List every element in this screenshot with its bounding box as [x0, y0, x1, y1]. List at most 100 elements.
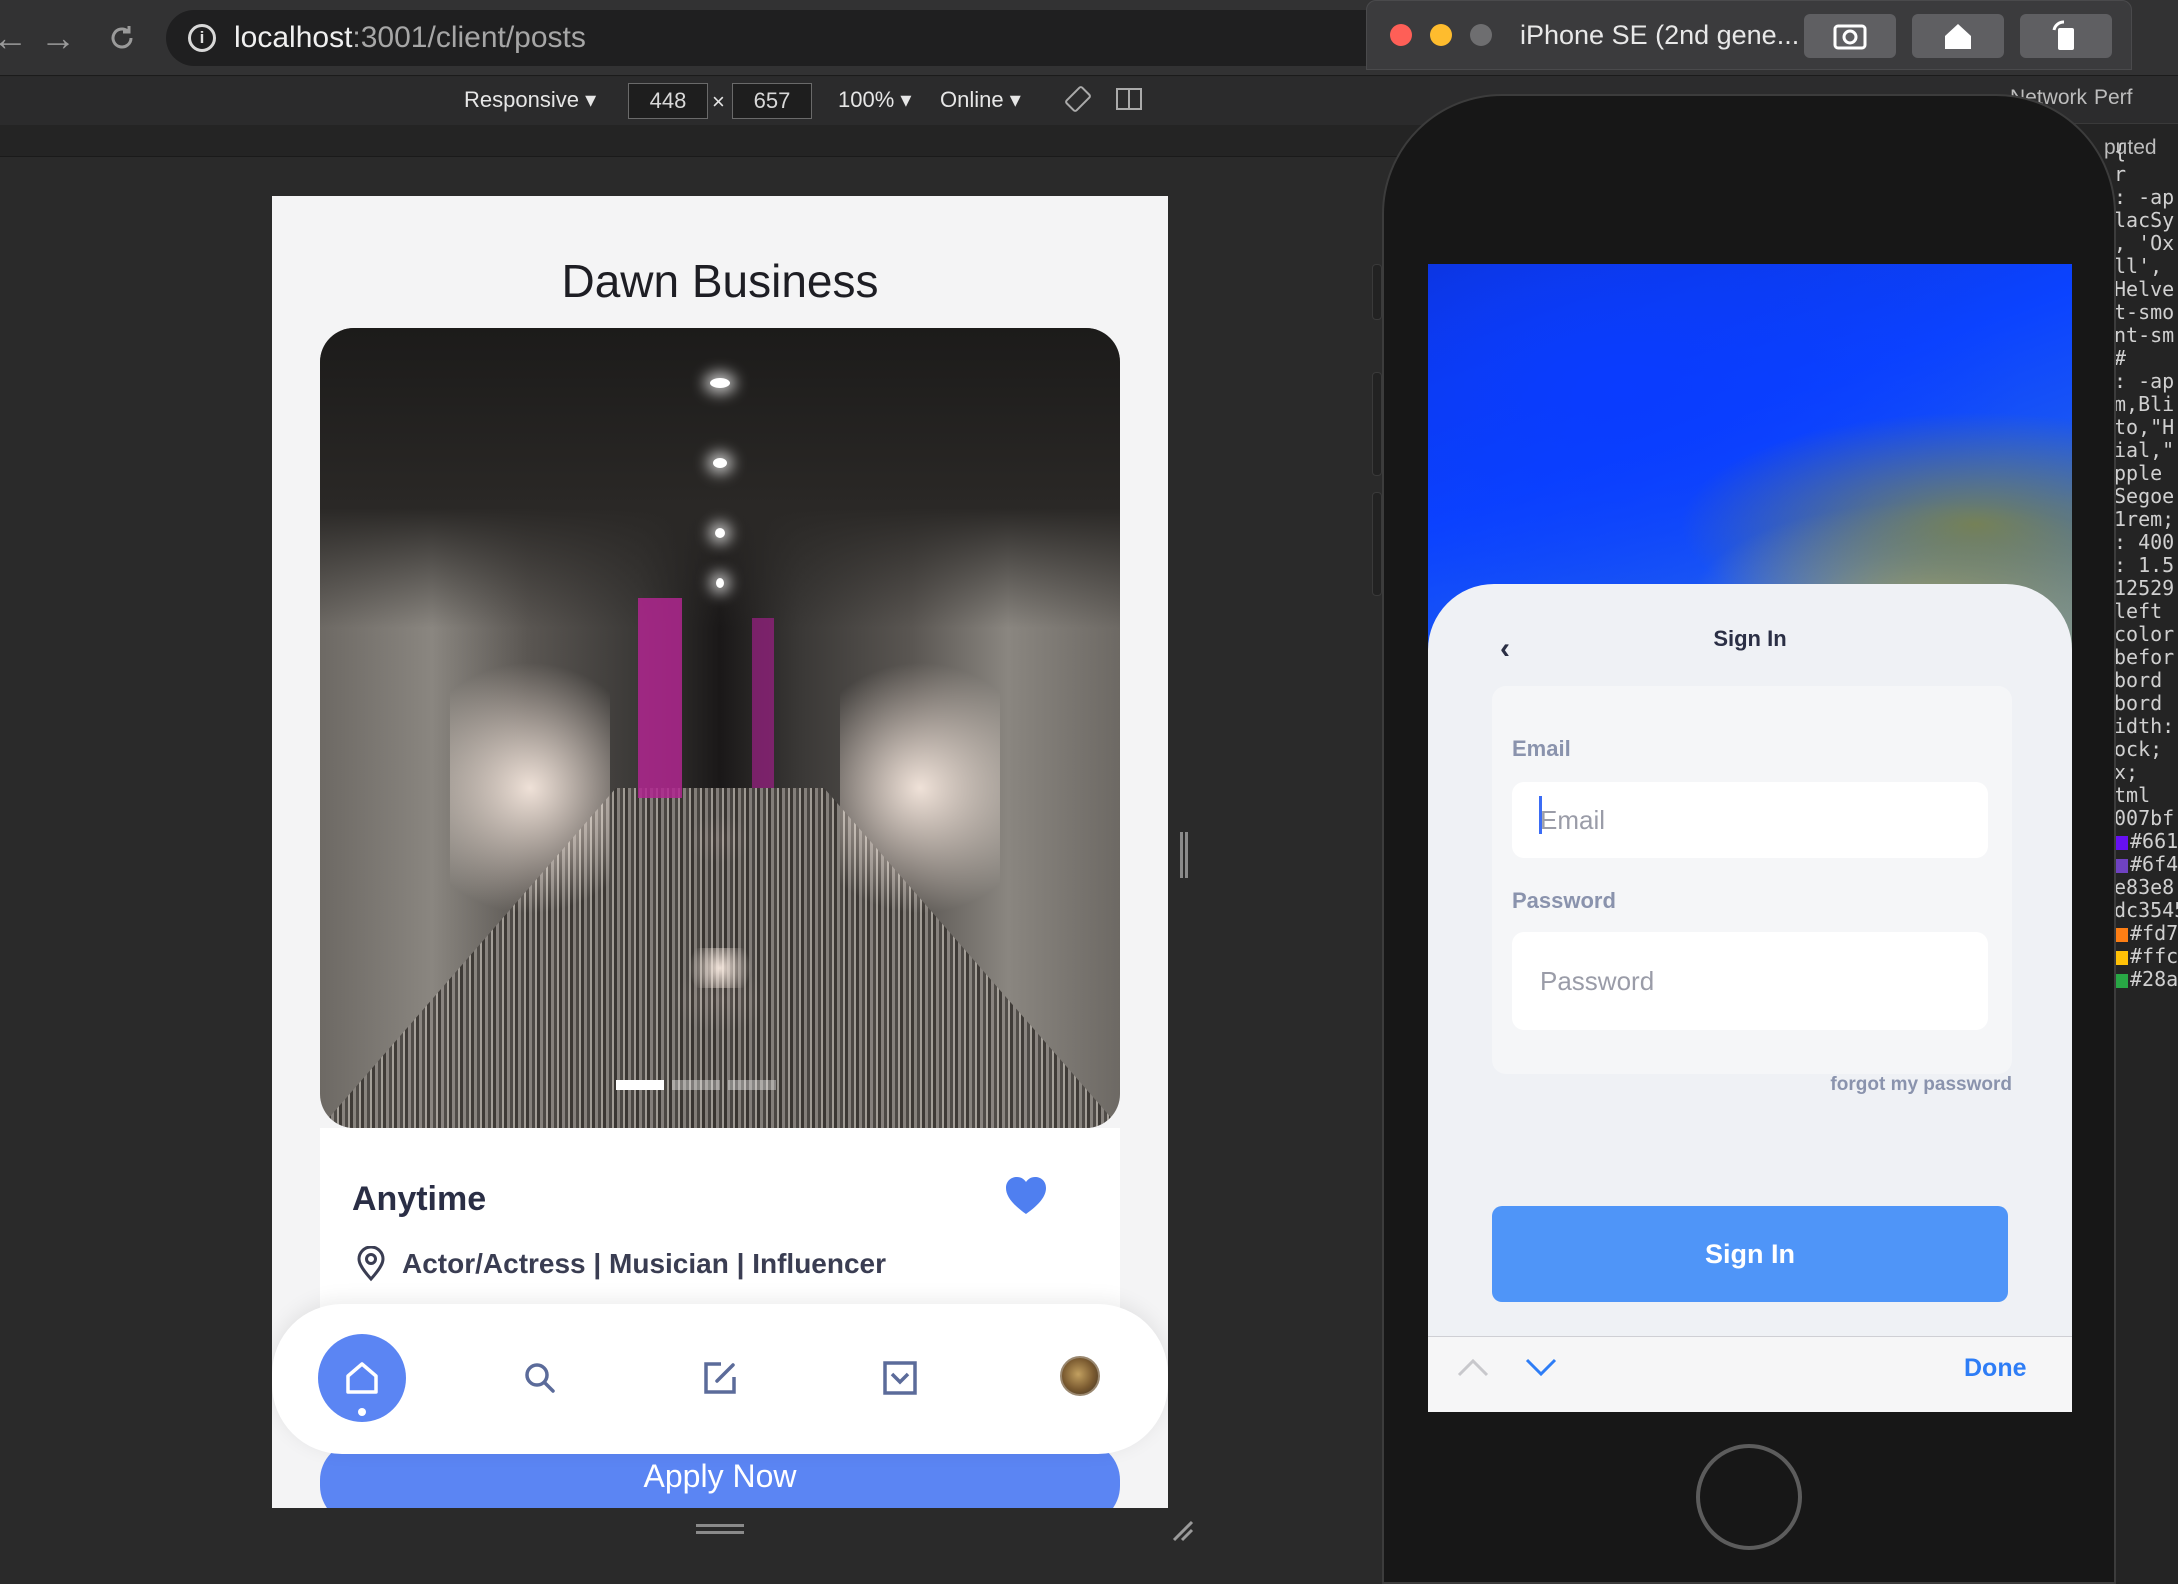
screenshot-button[interactable] [1804, 14, 1896, 58]
code-line: ll', [2114, 254, 2163, 278]
code-line: { [2114, 140, 2127, 163]
image-glow [680, 948, 760, 988]
zoom-select[interactable]: 100% ▾ [838, 87, 911, 113]
close-window-button[interactable] [1390, 24, 1412, 46]
nav-home[interactable] [318, 1334, 406, 1422]
volume-down-button [1372, 492, 1382, 596]
rotate-button[interactable] [2020, 14, 2112, 58]
color-swatch[interactable] [2114, 927, 2128, 942]
forgot-password-link[interactable]: forgot my password [1728, 1074, 2012, 1096]
code-line: : 400 [2114, 530, 2175, 554]
dual-screen-icon[interactable] [1114, 85, 1144, 119]
height-resize-handle[interactable] [696, 1524, 744, 1534]
emulated-viewport: Dawn Business Anytime Actor/Actress | Mu… [272, 196, 1168, 1508]
code-line: t-smo [2114, 300, 2175, 324]
network-select[interactable]: Online ▾ [940, 87, 1021, 113]
code-line: : -ap [2114, 369, 2175, 393]
rotate-icon[interactable] [1064, 85, 1092, 119]
code-line: nt-sm [2114, 323, 2175, 347]
code-line: to,"H [2114, 415, 2175, 439]
post-image[interactable] [320, 328, 1120, 1128]
nav-edit[interactable] [676, 1334, 764, 1422]
code-line: bord [2114, 668, 2163, 692]
password-field[interactable] [1512, 932, 1988, 1030]
nav-search[interactable] [496, 1334, 584, 1422]
carousel-dot[interactable] [672, 1080, 720, 1090]
code-line: m,Bli [2114, 392, 2175, 416]
image-accent [752, 618, 774, 788]
code-line: dc3545 [2114, 898, 2178, 922]
post-card-body [320, 1128, 1120, 1328]
image-glow [840, 628, 1000, 948]
email-field[interactable] [1512, 782, 1988, 858]
code-line: ock; [2114, 737, 2163, 761]
carousel-dot[interactable] [728, 1080, 776, 1090]
info-icon[interactable]: i [188, 24, 216, 52]
code-line: #ffc [2114, 945, 2178, 968]
code-line: Helve [2114, 277, 2175, 301]
code-line: r [2114, 162, 2127, 186]
mute-switch [1372, 264, 1382, 320]
code-line: #fd7 [2114, 922, 2178, 945]
color-swatch[interactable] [2114, 858, 2128, 873]
color-swatch[interactable] [2114, 835, 2128, 850]
heart-icon[interactable] [1002, 1172, 1050, 1220]
device-select[interactable]: Responsive ▾ [464, 87, 596, 113]
code-line: left [2114, 599, 2163, 623]
nav-profile[interactable] [1036, 1332, 1124, 1420]
code-line: 1rem; [2114, 507, 2175, 531]
color-swatch[interactable] [2114, 973, 2128, 988]
color-swatch[interactable] [2114, 950, 2128, 965]
code-line: e83e8 [2114, 875, 2175, 899]
code-line: idth: [2114, 714, 2175, 738]
devtools-styles-code: {r: -ap lacSy, 'Ox ll', Helve t-smo nt-sm #: -… [2114, 140, 2178, 991]
home-button-sim[interactable] [1912, 14, 2004, 58]
carousel-dot[interactable] [616, 1080, 664, 1090]
nav-inbox[interactable] [856, 1334, 944, 1422]
image-glow [450, 628, 610, 948]
back-arrow-icon[interactable]: ← [0, 18, 30, 58]
sign-in-button[interactable]: Sign In [1492, 1206, 2008, 1302]
page-title: Dawn Business [561, 255, 879, 307]
code-line: color [2114, 622, 2175, 646]
code-line: ial," [2114, 438, 2175, 462]
volume-up-button [1372, 372, 1382, 476]
simulator-title: iPhone SE (2nd gene... [1520, 20, 1800, 50]
width-resize-handle[interactable] [1180, 832, 1188, 878]
width-input[interactable]: 448 [628, 83, 708, 119]
phone-screen: ‹ Sign In Email Password forgot my passw… [1428, 264, 2072, 1412]
forward-arrow-icon[interactable]: → [38, 18, 78, 58]
active-dot [358, 1408, 366, 1416]
code-line: #28a7 [2114, 968, 2178, 991]
code-line: bord [2114, 691, 2163, 715]
location-pin-icon [354, 1245, 388, 1282]
code-line: tml [2114, 783, 2151, 807]
tab-performance[interactable]: Perf [2094, 86, 2133, 110]
image-light [713, 458, 727, 468]
bottom-nav [272, 1304, 1168, 1454]
search-icon [525, 1363, 555, 1393]
home-icon [1945, 24, 1971, 49]
rotate-icon [2052, 20, 2074, 50]
phone-home-button[interactable] [1696, 1444, 1802, 1550]
text-caret [1539, 796, 1542, 834]
address-bar[interactable]: i localhost:3001/client/posts [166, 10, 1506, 66]
code-line: # [2114, 346, 2127, 370]
done-button[interactable]: Done [1964, 1354, 2027, 1383]
reload-icon[interactable] [102, 18, 142, 58]
corner-resize-handle[interactable] [1170, 1518, 1196, 1544]
url-path: :3001/client/posts [352, 21, 586, 54]
image-accent [638, 598, 682, 798]
minimize-window-button[interactable] [1430, 24, 1452, 46]
chevron-down-icon[interactable] [1524, 1356, 1558, 1383]
home-icon [346, 1362, 378, 1394]
zoom-window-button[interactable] [1470, 24, 1492, 46]
screenshot-icon [1833, 24, 1867, 50]
image-light [715, 528, 725, 538]
code-line: , 'Ox [2114, 231, 2175, 255]
carousel-indicator [616, 1080, 776, 1090]
code-line: #661 [2114, 830, 2178, 853]
edit-icon [704, 1362, 736, 1394]
chevron-up-icon[interactable] [1456, 1356, 1490, 1383]
height-input[interactable]: 657 [732, 83, 812, 119]
